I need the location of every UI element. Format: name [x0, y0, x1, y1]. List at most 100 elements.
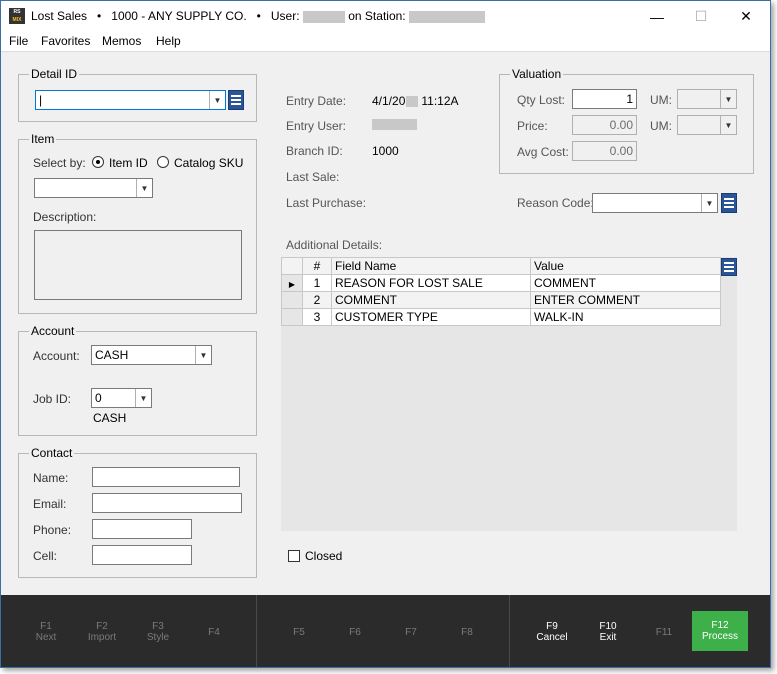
radio-item-id[interactable]: [92, 156, 104, 168]
row-selector-header: [281, 257, 303, 275]
last-sale-label: Last Sale:: [286, 170, 340, 184]
radio-catalog-sku[interactable]: [157, 156, 169, 168]
chevron-down-icon[interactable]: ▼: [136, 179, 152, 197]
column-header-field-name[interactable]: Field Name: [331, 257, 531, 275]
menu-help[interactable]: Help: [156, 34, 181, 48]
row-field-name[interactable]: REASON FOR LOST SALE: [331, 274, 531, 292]
chevron-down-icon[interactable]: ▼: [195, 346, 211, 364]
item-combo[interactable]: ▼: [34, 178, 153, 198]
redacted-year: [406, 96, 419, 108]
menu-file[interactable]: File: [9, 34, 28, 48]
job-name: CASH: [93, 411, 127, 425]
f12-process-button[interactable]: F12 Process: [692, 611, 748, 651]
avg-cost-label: Avg Cost:: [517, 145, 569, 159]
qty-lost-input[interactable]: 1: [572, 89, 637, 109]
table-row[interactable]: ▶ 1 REASON FOR LOST SALE COMMENT: [281, 274, 721, 292]
fkey-divider: [509, 595, 510, 667]
closed-checkbox[interactable]: [288, 550, 300, 562]
email-label: Email:: [33, 497, 67, 511]
chevron-down-icon[interactable]: ▼: [209, 91, 225, 109]
contact-legend: Contact: [29, 446, 75, 460]
radio-item-id-label[interactable]: Item ID: [109, 156, 148, 170]
name-input[interactable]: [92, 467, 240, 487]
row-selector[interactable]: ▶: [281, 274, 303, 292]
row-num: 2: [302, 291, 332, 309]
f6-button[interactable]: F6: [327, 595, 383, 667]
details-list-button[interactable]: [721, 258, 737, 276]
menu-bar: File Favorites Memos Help: [1, 32, 770, 52]
entry-date-text: 4/1/20: [372, 94, 406, 108]
f5-button[interactable]: F5: [271, 595, 327, 667]
f8-button[interactable]: F8: [439, 595, 495, 667]
entry-user-label: Entry User:: [286, 119, 347, 133]
avg-cost-input[interactable]: 0.00: [572, 141, 637, 161]
row-value[interactable]: COMMENT: [530, 274, 721, 292]
table-row[interactable]: 3 CUSTOMER TYPE WALK-IN: [281, 308, 721, 326]
entry-date-value: 4/1/20 11:12A: [372, 94, 459, 108]
f11-button[interactable]: F11: [636, 595, 692, 667]
reason-code-list-button[interactable]: [721, 193, 737, 213]
account-combo-value: CASH: [95, 348, 129, 362]
redacted-station: [408, 10, 485, 23]
cell-input[interactable]: [92, 545, 192, 565]
row-field-name[interactable]: COMMENT: [331, 291, 531, 309]
email-input[interactable]: [92, 493, 242, 513]
radio-catalog-sku-label[interactable]: Catalog SKU: [174, 156, 243, 170]
menu-favorites[interactable]: Favorites: [41, 34, 90, 48]
additional-details-grid[interactable]: # Field Name Value ▶ 1 REASON FOR LOST S…: [281, 257, 737, 531]
phone-input[interactable]: [92, 519, 192, 539]
job-id-value: 0: [95, 391, 102, 405]
um-combo-1[interactable]: ▼: [677, 89, 737, 109]
um-combo-2[interactable]: ▼: [677, 115, 737, 135]
f2-import-button[interactable]: F2 Import: [74, 595, 130, 667]
maximize-button[interactable]: ☐: [678, 1, 724, 32]
f3-style-button[interactable]: F3 Style: [130, 595, 186, 667]
last-purchase-label: Last Purchase:: [286, 196, 367, 210]
table-row[interactable]: 2 COMMENT ENTER COMMENT: [281, 291, 721, 309]
column-header-num[interactable]: #: [302, 257, 332, 275]
job-id-combo[interactable]: 0 ▼: [91, 388, 152, 408]
row-selector[interactable]: [281, 308, 303, 326]
account-label: Account:: [33, 349, 80, 363]
f4-button[interactable]: F4: [186, 595, 242, 667]
f7-button[interactable]: F7: [383, 595, 439, 667]
function-key-bar: F1 Next F2 Import F3 Style F4 F5 F6 F7 F8 F…: [1, 595, 770, 667]
row-value[interactable]: ENTER COMMENT: [530, 291, 721, 309]
qty-lost-label: Qty Lost:: [517, 93, 566, 107]
title-bar: RS MIX Lost Sales • 1000 - ANY SUPPLY CO.…: [1, 1, 770, 32]
valuation-legend: Valuation: [510, 67, 564, 81]
price-input[interactable]: 0.00: [572, 115, 637, 135]
um-label-1: UM:: [650, 93, 672, 107]
f10-exit-button[interactable]: F10 Exit: [580, 595, 636, 667]
detail-id-legend: Detail ID: [29, 67, 80, 81]
select-by-label: Select by:: [33, 156, 86, 170]
redacted-user: [302, 10, 345, 23]
column-header-value[interactable]: Value: [530, 257, 721, 275]
entry-date-label: Entry Date:: [286, 94, 347, 108]
close-button[interactable]: ✕: [723, 1, 769, 32]
chevron-down-icon[interactable]: ▼: [720, 116, 736, 134]
app-logo-icon: RS MIX: [9, 8, 25, 24]
chevron-down-icon[interactable]: ▼: [135, 389, 151, 407]
account-combo[interactable]: CASH ▼: [91, 345, 212, 365]
detail-id-list-button[interactable]: [228, 90, 244, 110]
reason-code-combo[interactable]: ▼: [592, 193, 718, 213]
table-header-row: # Field Name Value: [281, 257, 721, 275]
row-value[interactable]: WALK-IN: [530, 308, 721, 326]
f1-next-button[interactable]: F1 Next: [18, 595, 74, 667]
redacted-entry-user: [372, 119, 417, 130]
row-selector[interactable]: [281, 291, 303, 309]
row-field-name[interactable]: CUSTOMER TYPE: [331, 308, 531, 326]
f9-cancel-button[interactable]: F9 Cancel: [524, 595, 580, 667]
chevron-down-icon[interactable]: ▼: [701, 194, 717, 212]
chevron-down-icon[interactable]: ▼: [720, 90, 736, 108]
name-label: Name:: [33, 471, 69, 485]
minimize-button[interactable]: —: [634, 1, 680, 32]
detail-id-combo[interactable]: | ▼: [35, 90, 226, 110]
menu-memos[interactable]: Memos: [102, 34, 141, 48]
row-num: 1: [302, 274, 332, 292]
description-textarea[interactable]: [34, 230, 242, 300]
window-title-company: 1000 - ANY SUPPLY CO.: [111, 9, 247, 23]
closed-label[interactable]: Closed: [305, 549, 342, 563]
additional-details-label: Additional Details:: [286, 238, 383, 252]
